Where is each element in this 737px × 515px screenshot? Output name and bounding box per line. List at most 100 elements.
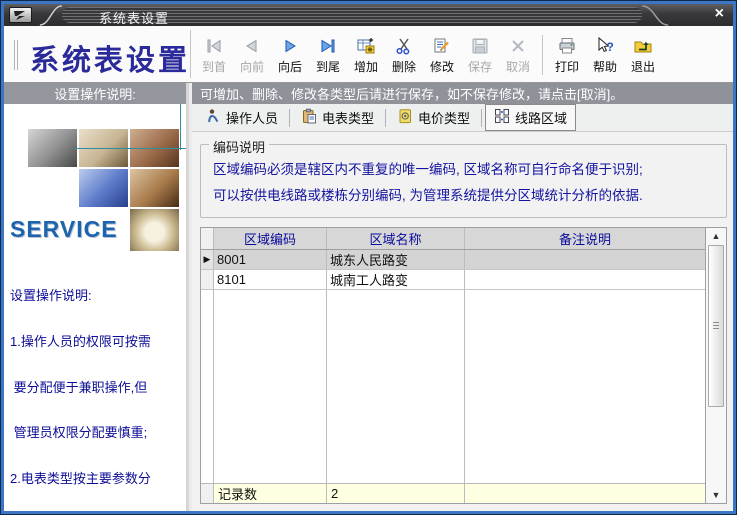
groupbox-text-line: 可以按供电线路或楼栋分别编码, 为管理系统提供分区域统计分析的依据.	[213, 183, 718, 209]
toolbar: 到首 向前 向后	[195, 29, 733, 81]
sidebar-header: 设置操作说明:	[4, 83, 186, 104]
previous-button[interactable]: 向前	[233, 29, 271, 81]
record-count-label: 记录数	[214, 484, 327, 503]
svg-text:?: ?	[607, 40, 614, 54]
grid-indicator-header	[201, 228, 214, 249]
table-row[interactable]: ▶ 8001 城东人民路变	[201, 250, 705, 270]
empty-code-column	[214, 290, 327, 483]
photo-watch-hand	[130, 169, 179, 207]
tab-price-types[interactable]: 电价类型	[389, 105, 478, 130]
photo-tools	[28, 129, 77, 167]
help-button[interactable]: ? 帮助	[586, 29, 624, 81]
coding-explanation-groupbox: 编码说明 区域编码必须是辖区内不重复的唯一编码, 区域名称可自行命名便于识别; …	[200, 144, 727, 218]
grid-empty-area	[201, 290, 705, 483]
instruction-line: 要分配便于兼职操作,但	[10, 380, 184, 395]
add-button[interactable]: 增加	[347, 29, 385, 81]
cell-area-name[interactable]: 城南工人路变	[327, 270, 465, 289]
empty-name-column	[327, 290, 465, 483]
area-pages-icon	[494, 108, 510, 127]
main-area: 可增加、删除、修改各类型后请进行保存，如不保存修改，请点击[取消]。 操作人员 …	[192, 83, 733, 511]
cell-remark[interactable]	[465, 250, 705, 269]
record-pointer-icon: ▶	[204, 254, 211, 265]
client-area: 系统表设置 × 系统表设置 到首 向前	[4, 4, 733, 511]
tab-content-panel: 编码说明 区域编码必须是辖区内不重复的唯一编码, 区域名称可自行命名便于识别; …	[192, 132, 733, 511]
record-count-row: 记录数 2	[201, 483, 705, 503]
save-button[interactable]: 保存	[461, 29, 499, 81]
toolbar-button-label: 增加	[354, 58, 378, 75]
toolbar-separator	[542, 35, 543, 75]
delete-scissors-icon	[394, 35, 414, 57]
next-button[interactable]: 向后	[271, 29, 309, 81]
service-collage: SERVICE	[4, 104, 186, 253]
tab-separator	[289, 109, 290, 127]
modify-button[interactable]: 修改	[423, 29, 461, 81]
header-separator	[190, 30, 191, 78]
instruction-line: 管理员权限分配要慎重;	[10, 425, 184, 440]
tab-label: 电价类型	[418, 108, 470, 127]
footer-indicator-cell	[201, 484, 214, 503]
status-message-bar: 可增加、删除、修改各类型后请进行保存，如不保存修改，请点击[取消]。	[192, 83, 733, 104]
clipboard-icon	[301, 108, 317, 127]
groupbox-text-line: 区域编码必须是辖区内不重复的唯一编码, 区域名称可自行命名便于识别;	[213, 157, 718, 183]
delete-button[interactable]: 删除	[385, 29, 423, 81]
goto-first-icon	[204, 35, 224, 57]
toolbar-button-label: 到首	[202, 58, 226, 75]
column-header-remark: 备注说明	[465, 228, 705, 249]
empty-remark-column	[465, 290, 705, 483]
tab-label: 电表类型	[322, 108, 374, 127]
toolbar-button-label: 删除	[392, 58, 416, 75]
tab-operators[interactable]: 操作人员	[197, 105, 286, 130]
next-icon	[280, 35, 300, 57]
cell-area-code[interactable]: 8101	[214, 270, 327, 289]
toolbar-button-label: 打印	[555, 58, 579, 75]
category-tab-strip: 操作人员 电表类型 电价类型	[192, 104, 733, 132]
operation-instructions: 设置操作说明: 1.操作人员的权限可按需 要分配便于兼职操作,但 管理员权限分配…	[4, 253, 186, 511]
toolbar-button-label: 帮助	[593, 58, 617, 75]
empty-indicator-column	[201, 290, 214, 483]
cell-area-name[interactable]: 城东人民路变	[327, 250, 465, 269]
price-book-icon	[397, 108, 413, 127]
toolbar-button-label: 取消	[506, 58, 530, 75]
cancel-button[interactable]: 取消	[499, 29, 537, 81]
close-button[interactable]: ×	[715, 5, 724, 23]
crosshair-line-vertical	[180, 104, 181, 150]
edit-icon	[432, 35, 452, 57]
scroll-up-icon[interactable]: ▲	[706, 228, 726, 244]
table-row[interactable]: 8101 城南工人路变	[201, 270, 705, 290]
row-indicator-cell: ▶	[201, 250, 214, 269]
tab-separator	[481, 109, 482, 127]
vertical-scrollbar[interactable]: ▲ ▼	[705, 228, 726, 503]
cancel-x-icon	[508, 35, 528, 57]
previous-icon	[242, 35, 262, 57]
service-label: SERVICE	[10, 216, 118, 243]
photo-keyboard	[79, 169, 128, 207]
goto-first-button[interactable]: 到首	[195, 29, 233, 81]
header-band: 系统表设置 到首 向前	[4, 26, 733, 83]
toolbar-button-label: 向后	[278, 58, 302, 75]
toolbar-button-label: 修改	[430, 58, 454, 75]
app-logo-icon	[9, 7, 32, 23]
scroll-down-icon[interactable]: ▼	[706, 487, 726, 503]
record-count-value: 2	[327, 484, 465, 503]
print-button[interactable]: 打印	[548, 29, 586, 81]
tab-label: 操作人员	[226, 108, 278, 127]
cell-area-code[interactable]: 8001	[214, 250, 327, 269]
tab-line-areas[interactable]: 线路区域	[485, 104, 576, 131]
cell-remark[interactable]	[465, 270, 705, 289]
column-header-area-code: 区域编码	[214, 228, 327, 249]
goto-last-button[interactable]: 到尾	[309, 29, 347, 81]
window-titlebar[interactable]: 系统表设置 ×	[4, 4, 733, 26]
header-tick-decor	[14, 40, 18, 70]
groupbox-title: 编码说明	[209, 137, 269, 156]
footer-remark-cell	[465, 484, 705, 503]
tab-separator	[385, 109, 386, 127]
column-header-area-name: 区域名称	[327, 228, 465, 249]
area-data-grid: 区域编码 区域名称 备注说明 ▶ 8001 城东人民路变	[200, 227, 727, 504]
toolbar-button-label: 保存	[468, 58, 492, 75]
row-indicator-cell	[201, 270, 214, 289]
toolbar-button-label: 退出	[631, 58, 655, 75]
scrollbar-thumb[interactable]	[708, 245, 724, 407]
exit-button[interactable]: 退出	[624, 29, 662, 81]
app-window: 系统表设置 × 系统表设置 到首 向前	[0, 0, 737, 515]
tab-meter-types[interactable]: 电表类型	[293, 105, 382, 130]
